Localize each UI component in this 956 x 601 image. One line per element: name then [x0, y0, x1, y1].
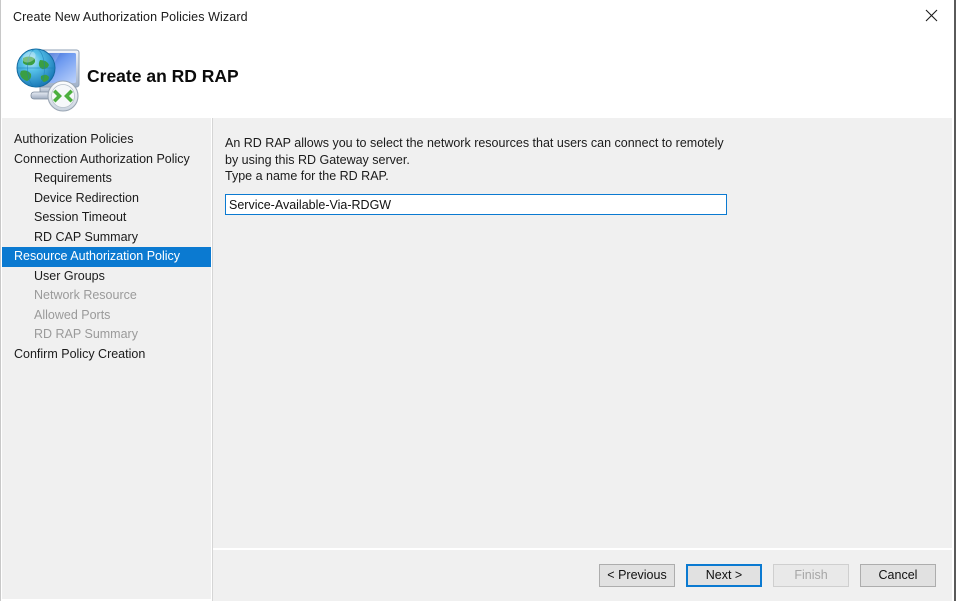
sidebar-item-authorization-policies[interactable]: Authorization Policies — [2, 130, 211, 150]
wizard-footer: < Previous Next > Finish Cancel — [213, 550, 952, 601]
wizard-window: Create New Authorization Policies Wizard — [0, 0, 956, 601]
finish-button: Finish — [773, 564, 849, 587]
previous-button[interactable]: < Previous — [599, 564, 675, 587]
sidebar-item-rd-rap-summary[interactable]: RD RAP Summary — [2, 325, 211, 345]
close-icon[interactable] — [909, 0, 954, 30]
sidebar-item-device-redirection[interactable]: Device Redirection — [2, 189, 211, 209]
wizard-header: Create an RD RAP — [1, 34, 954, 118]
page-title: Create an RD RAP — [87, 66, 239, 86]
sidebar-item-requirements[interactable]: Requirements — [2, 169, 211, 189]
wizard-steps-list: Authorization Policies Connection Authori… — [2, 118, 211, 364]
wizard-button-row: < Previous Next > Finish Cancel — [599, 564, 936, 587]
sidebar-item-connection-authorization-policy[interactable]: Connection Authorization Policy — [2, 150, 211, 170]
rd-gateway-globe-monitor-icon — [10, 38, 94, 114]
sidebar-item-rd-cap-summary[interactable]: RD CAP Summary — [2, 228, 211, 248]
rap-name-input[interactable] — [225, 194, 727, 215]
title-bar: Create New Authorization Policies Wizard — [1, 0, 954, 34]
wizard-steps-sidebar: Authorization Policies Connection Authori… — [2, 118, 211, 599]
sidebar-item-allowed-ports[interactable]: Allowed Ports — [2, 306, 211, 326]
close-glyph — [925, 9, 938, 21]
next-button[interactable]: Next > — [686, 564, 762, 587]
sidebar-item-network-resource[interactable]: Network Resource — [2, 286, 211, 306]
sidebar-item-user-groups[interactable]: User Groups — [2, 267, 211, 287]
description-text: An RD RAP allows you to select the netwo… — [225, 136, 724, 183]
content-panel: An RD RAP allows you to select the netwo… — [213, 118, 952, 548]
sidebar-item-session-timeout[interactable]: Session Timeout — [2, 208, 211, 228]
sidebar-item-resource-authorization-policy[interactable]: Resource Authorization Policy — [2, 247, 211, 267]
window-title: Create New Authorization Policies Wizard — [13, 10, 248, 24]
cancel-button[interactable]: Cancel — [860, 564, 936, 587]
sidebar-item-confirm-policy-creation[interactable]: Confirm Policy Creation — [2, 345, 211, 365]
